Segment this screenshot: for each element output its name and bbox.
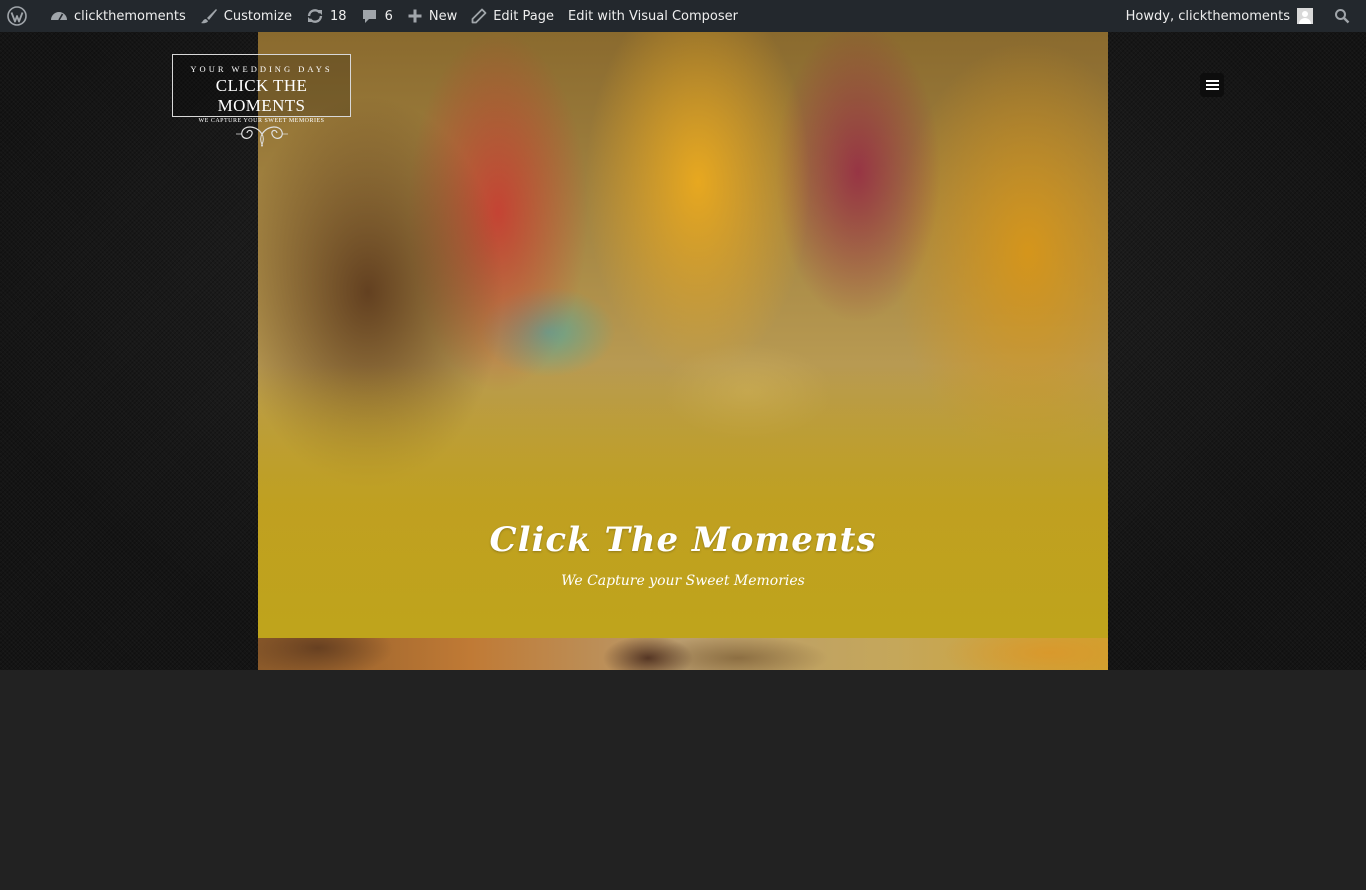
- admin-bar-left: clickthemoments Customize 18 6 New Edit …: [0, 0, 745, 32]
- brush-icon: [200, 9, 217, 24]
- visual-composer-link[interactable]: Edit with Visual Composer: [561, 0, 745, 32]
- site-name-label: clickthemoments: [74, 8, 186, 24]
- site-logo[interactable]: YOUR WEDDING DAYS CLICK THE MOMENTS WE C…: [172, 54, 351, 124]
- wordpress-icon: [7, 6, 27, 26]
- search-icon: [1335, 9, 1350, 24]
- avatar: [1297, 8, 1313, 24]
- logo-main-line: CLICK THE MOMENTS: [215, 76, 308, 115]
- edit-page-label: Edit Page: [493, 8, 554, 24]
- wordpress-menu[interactable]: [0, 0, 43, 32]
- pencil-icon: [471, 8, 487, 24]
- refresh-icon: [307, 9, 323, 23]
- site-name-link[interactable]: clickthemoments: [43, 0, 193, 32]
- updates-link[interactable]: 18: [299, 0, 354, 32]
- hero-image-lower-strip: [258, 638, 1108, 670]
- main-menu-toggle[interactable]: [1200, 73, 1224, 97]
- new-label: New: [428, 8, 458, 24]
- hero-subtitle: We Capture your Sweet Memories: [561, 573, 805, 589]
- hamburger-menu-icon: [1205, 80, 1219, 90]
- hero-image: Click The Moments We Capture your Sweet …: [258, 32, 1108, 638]
- customize-link[interactable]: Customize: [193, 0, 299, 32]
- visual-composer-label: Edit with Visual Composer: [568, 8, 738, 24]
- page-content-area: [0, 670, 1366, 890]
- comments-link[interactable]: 6: [354, 0, 400, 32]
- admin-search-button[interactable]: [1320, 0, 1366, 32]
- logo-ornament-icon: [236, 126, 288, 147]
- admin-bar-right: Howdy, clickthemoments: [1119, 0, 1366, 32]
- customize-label: Customize: [223, 8, 293, 24]
- updates-count: 18: [330, 8, 347, 24]
- my-account-menu[interactable]: Howdy, clickthemoments: [1119, 0, 1320, 32]
- howdy-label: Howdy, clickthemoments: [1125, 8, 1290, 24]
- dashboard-icon: [51, 12, 67, 21]
- new-content-link[interactable]: New: [400, 0, 464, 32]
- comments-count: 6: [384, 8, 393, 24]
- wp-admin-bar: clickthemoments Customize 18 6 New Edit …: [0, 0, 1366, 32]
- comment-icon: [362, 10, 376, 23]
- logo-top-line: YOUR WEDDING DAYS: [190, 64, 333, 74]
- hero-title: Click The Moments: [489, 520, 877, 560]
- plus-icon: [408, 9, 422, 23]
- edit-page-link[interactable]: Edit Page: [464, 0, 561, 32]
